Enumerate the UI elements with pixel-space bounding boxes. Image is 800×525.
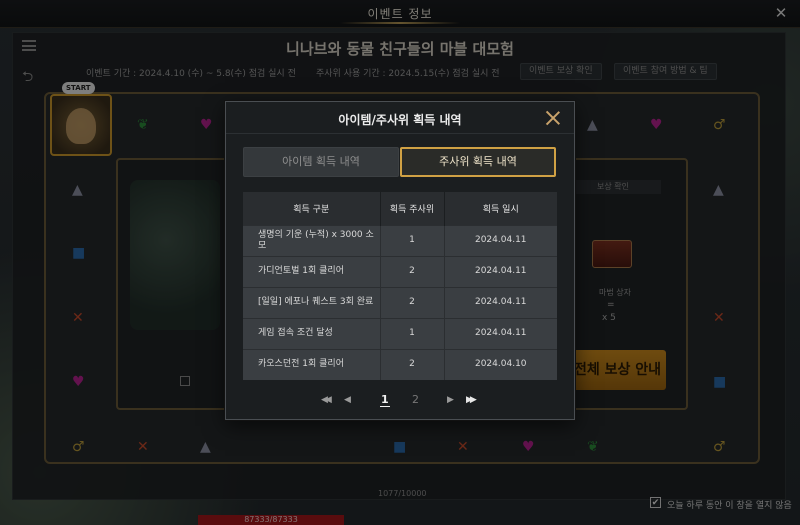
- row-category: 생명의 기운 (누적) x 3000 소모: [243, 224, 381, 256]
- table-row: [일일] 에포나 퀘스트 3회 완료 2 2024.04.11: [243, 286, 557, 318]
- prev-page-icon[interactable]: ◀: [344, 393, 351, 407]
- next-page-icon[interactable]: ▶: [447, 393, 454, 407]
- column-header-date: 획득 일시: [444, 192, 557, 225]
- row-category: 가디언토벌 1회 클리어: [243, 255, 381, 287]
- last-page-icon[interactable]: ▶▶: [466, 393, 477, 407]
- column-header-category: 획득 구분: [243, 192, 381, 225]
- pagination: ◀◀ ◀ 1 2 ▶ ▶▶: [226, 393, 574, 409]
- row-date: 2024.04.11: [444, 317, 557, 349]
- row-category: 게임 접속 조건 달성: [243, 317, 381, 349]
- page-1-button[interactable]: 1: [380, 393, 390, 407]
- acquisition-history-modal: 아이템/주사위 획득 내역 아이템 획득 내역 주사위 획득 내역 획득 구분 …: [225, 101, 575, 420]
- row-date: 2024.04.11: [444, 255, 557, 287]
- row-category: 카오스던전 1회 클리어: [243, 348, 381, 380]
- row-date: 2024.04.10: [444, 348, 557, 380]
- tab-dice-history[interactable]: 주사위 획득 내역: [400, 147, 556, 177]
- table-header-row: 획득 구분 획득 주사위 획득 일시: [243, 192, 557, 225]
- table-row: 생명의 기운 (누적) x 3000 소모 1 2024.04.11: [243, 224, 557, 256]
- row-dice: 1: [380, 317, 445, 349]
- row-dice: 2: [380, 255, 445, 287]
- row-category: [일일] 에포나 퀘스트 3회 완료: [243, 286, 381, 318]
- table-row: 게임 접속 조건 달성 1 2024.04.11: [243, 317, 557, 349]
- row-dice: 1: [380, 224, 445, 256]
- tab-item-history[interactable]: 아이템 획득 내역: [243, 147, 399, 177]
- modal-title: 아이템/주사위 획득 내역: [338, 113, 462, 127]
- dice-history-table: 획득 구분 획득 주사위 획득 일시 생명의 기운 (누적) x 3000 소모…: [243, 192, 557, 380]
- page-2-button[interactable]: 2: [412, 393, 419, 407]
- row-dice: 2: [380, 348, 445, 380]
- table-row: 카오스던전 1회 클리어 2 2024.04.10: [243, 348, 557, 380]
- row-dice: 2: [380, 286, 445, 318]
- first-page-icon[interactable]: ◀◀: [321, 393, 332, 407]
- table-row: 가디언토벌 1회 클리어 2 2024.04.11: [243, 255, 557, 287]
- row-date: 2024.04.11: [444, 286, 557, 318]
- modal-header: 아이템/주사위 획득 내역: [226, 102, 574, 134]
- row-date: 2024.04.11: [444, 224, 557, 256]
- close-icon[interactable]: [544, 109, 562, 127]
- column-header-dice: 획득 주사위: [380, 192, 445, 225]
